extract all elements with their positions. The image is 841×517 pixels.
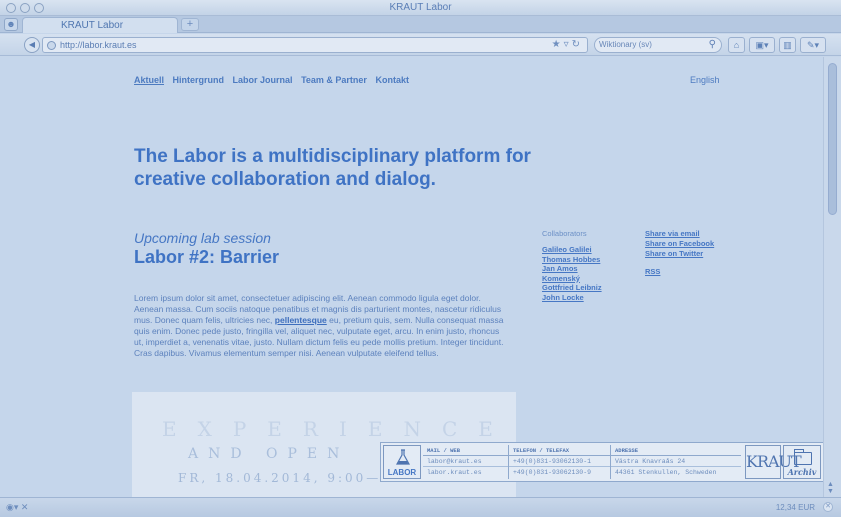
language-switch[interactable]: English bbox=[690, 75, 720, 85]
collaborator-link[interactable]: Gottfried Leibniz bbox=[542, 283, 602, 293]
scrollbar-thumb[interactable] bbox=[828, 63, 837, 215]
contact-footer: LABOR MAIL / WEB labor@kraut.es labor.kr… bbox=[380, 442, 823, 482]
collaborators-list: Galileo Galilei Thomas Hobbes Jan Amos K… bbox=[542, 245, 602, 302]
mail-heading: MAIL / WEB bbox=[423, 445, 508, 456]
scroll-arrows-icon[interactable]: ▲ ▼ bbox=[827, 481, 834, 495]
address-street: Västra Knavraås 24 bbox=[611, 456, 741, 467]
collaborators-heading: Collaborators bbox=[542, 229, 587, 238]
labor-logo-label: LABOR bbox=[387, 468, 417, 477]
flask-icon bbox=[396, 449, 410, 465]
address-city: 44361 Stenkullen, Schweden bbox=[615, 469, 717, 476]
search-bar[interactable]: Wiktionary (sv) ⚲ bbox=[594, 37, 722, 53]
navigation-toolbar: ◀ http://labor.kraut.es ★▿↻ Wiktionary (… bbox=[0, 34, 841, 56]
collaborator-link[interactable]: Galileo Galilei bbox=[542, 245, 602, 255]
collaborator-link[interactable]: John Locke bbox=[542, 293, 602, 303]
page-viewport: Aktuell Hintergrund Labor Journal Team &… bbox=[0, 57, 823, 497]
nav-item-hintergrund[interactable]: Hintergrund bbox=[173, 75, 225, 85]
contact-address-column: ADRESSE Västra Knavraås 24 44361 Stenkul… bbox=[611, 445, 741, 479]
labor-logo[interactable]: LABOR bbox=[383, 445, 421, 479]
url-text[interactable]: http://labor.kraut.es bbox=[60, 40, 137, 50]
fax-number: +49(0)831-93062130-9 bbox=[513, 469, 592, 476]
tab-strip: ☻ KRAUT Labor + bbox=[0, 16, 841, 33]
close-addon-bar-icon[interactable]: ✕ bbox=[823, 502, 833, 512]
vertical-scrollbar[interactable]: ▲ ▼ bbox=[823, 57, 841, 497]
contact-phone-column: TELEFON / TELEFAX +49(0)831-93062130-1 +… bbox=[509, 445, 611, 479]
poster-line-1: EXPERIENCE bbox=[162, 417, 514, 441]
session-kicker: Upcoming lab session bbox=[134, 230, 271, 246]
page-headline: The Labor is a multidisciplinary platfor… bbox=[134, 146, 531, 190]
collaborator-link[interactable]: Komenský bbox=[542, 274, 602, 284]
status-bar: ◉▾ ✕ 12,34 EUR ✕ bbox=[0, 497, 841, 517]
session-title: Labor #2: Barrier bbox=[134, 247, 280, 267]
window-titlebar: KRAUT Labor bbox=[0, 0, 841, 16]
addon-bar-icon[interactable]: ◉▾ ✕ bbox=[6, 502, 28, 513]
poster-line-2: AND OPEN bbox=[188, 446, 350, 462]
home-button[interactable]: ⌂ bbox=[728, 37, 745, 53]
web-address[interactable]: labor.kraut.es bbox=[423, 467, 508, 478]
rss-link[interactable]: RSS bbox=[645, 267, 660, 276]
share-links: Share via email Share on Facebook Share … bbox=[645, 229, 714, 259]
phone-heading: TELEFON / TELEFAX bbox=[509, 445, 610, 456]
share-facebook-link[interactable]: Share on Facebook bbox=[645, 239, 714, 249]
mail-address[interactable]: labor@kraut.es bbox=[423, 456, 508, 467]
site-identity-icon[interactable] bbox=[47, 41, 56, 50]
new-tab-button[interactable]: + bbox=[181, 18, 199, 31]
tab-kraut-labor[interactable]: KRAUT Labor bbox=[22, 17, 178, 33]
status-price: 12,34 EUR bbox=[775, 503, 815, 512]
address-heading: ADRESSE bbox=[611, 445, 741, 456]
app-menu-icon[interactable]: ☻ bbox=[4, 18, 18, 31]
share-twitter-link[interactable]: Share on Twitter bbox=[645, 249, 714, 259]
phone-number: +49(0)831-93062130-1 bbox=[509, 456, 610, 467]
bookmark-star-icon[interactable]: ★▿↻ bbox=[552, 39, 583, 50]
search-engine-label[interactable]: Wiktionary (sv) bbox=[599, 40, 652, 49]
nav-item-labor-journal[interactable]: Labor Journal bbox=[233, 75, 293, 85]
body-inline-link[interactable]: pellentesque bbox=[275, 315, 327, 325]
search-icon[interactable]: ⚲ bbox=[709, 39, 716, 50]
folder-icon bbox=[794, 449, 812, 465]
archive-button[interactable]: Archiv bbox=[783, 445, 821, 479]
archive-label: Archiv bbox=[787, 467, 817, 477]
collaborator-link[interactable]: Jan Amos bbox=[542, 264, 602, 274]
toolbar-menu-button[interactable]: ✎▾ bbox=[800, 37, 826, 53]
tab-label: KRAUT Labor bbox=[61, 20, 124, 31]
session-description: Lorem ipsum dolor sit amet, consectetuer… bbox=[134, 293, 510, 359]
window-title: KRAUT Labor bbox=[389, 2, 452, 13]
bookmarks-menu-button[interactable]: ▣▾ bbox=[749, 37, 775, 53]
nav-item-team-partner[interactable]: Team & Partner bbox=[301, 75, 367, 85]
collaborator-link[interactable]: Thomas Hobbes bbox=[542, 255, 602, 265]
contact-mail-column: MAIL / WEB labor@kraut.es labor.kraut.es bbox=[423, 445, 509, 479]
nav-item-kontakt[interactable]: Kontakt bbox=[375, 75, 409, 85]
url-bar[interactable]: http://labor.kraut.es ★▿↻ bbox=[42, 37, 588, 53]
kraut-logo[interactable]: KRAUT bbox=[745, 445, 802, 479]
toolbar-extension-icon[interactable]: ▥ bbox=[779, 37, 796, 53]
poster-line-3: FR, 18.04.2014, 9:00— bbox=[178, 471, 382, 485]
back-button[interactable]: ◀ bbox=[24, 37, 40, 53]
site-nav: Aktuell Hintergrund Labor Journal Team &… bbox=[134, 75, 415, 85]
share-email-link[interactable]: Share via email bbox=[645, 229, 714, 239]
nav-item-aktuell[interactable]: Aktuell bbox=[134, 75, 164, 85]
